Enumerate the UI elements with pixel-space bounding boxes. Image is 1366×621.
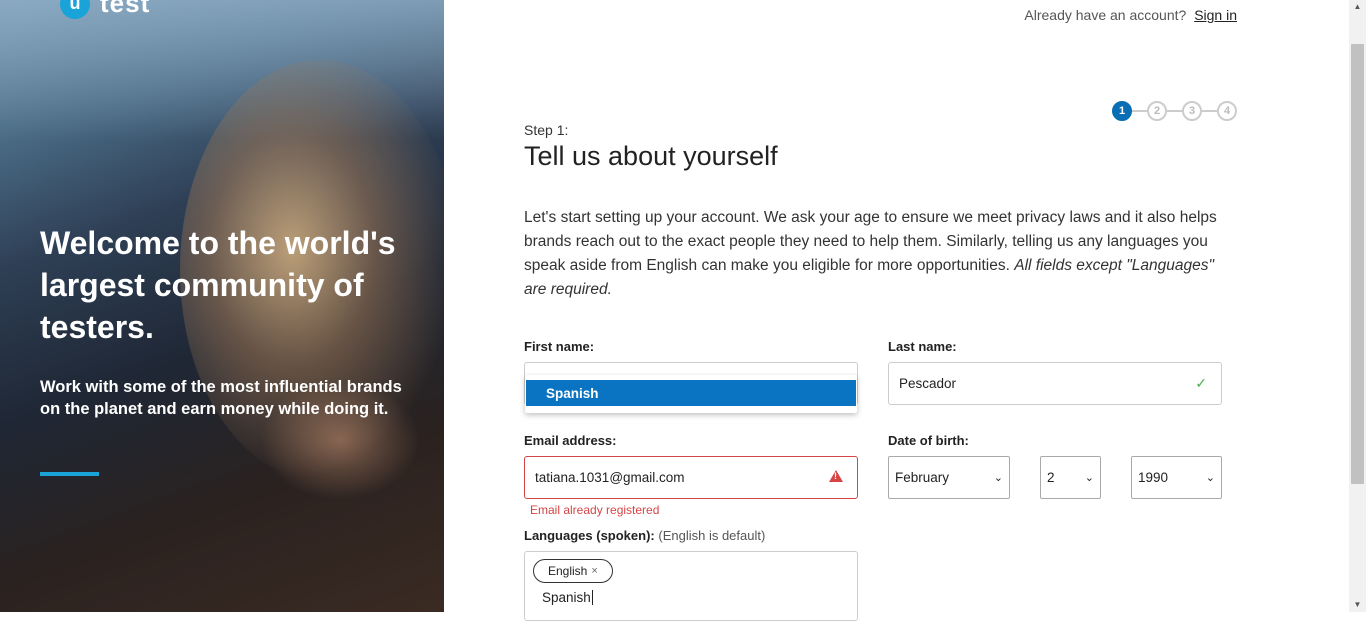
- language-tag-english: English ×: [533, 559, 613, 583]
- hero-accent-bar: [40, 472, 99, 476]
- last-name-label: Last name:: [888, 339, 957, 354]
- languages-label: Languages (spoken): (English is default): [524, 528, 765, 543]
- chevron-down-icon: ⌄: [1084, 472, 1094, 484]
- step-4: 4: [1217, 101, 1237, 121]
- scrollbar-thumb[interactable]: [1351, 44, 1364, 484]
- languages-label-text: Languages (spoken):: [524, 528, 655, 543]
- account-prompt-text: Already have an account?: [1024, 7, 1187, 23]
- last-name-field[interactable]: Pescador ✓: [888, 362, 1222, 405]
- chevron-down-icon: ⌄: [993, 472, 1003, 484]
- page-title: Tell us about yourself: [524, 141, 778, 171]
- email-value: tatiana.1031@gmail.com: [535, 470, 685, 485]
- languages-hint: (English is default): [658, 528, 766, 543]
- hero-panel: u test Welcome to the world's largest co…: [0, 0, 444, 612]
- step-3: 3: [1182, 101, 1202, 121]
- languages-search-input[interactable]: Spanish: [542, 590, 593, 605]
- step-2: 2: [1147, 101, 1167, 121]
- languages-dropdown: Spanish: [525, 375, 857, 413]
- step-indicator: 1 2 3 4: [1112, 101, 1237, 121]
- first-name-label: First name:: [524, 339, 595, 354]
- page-scrollbar[interactable]: ▲ ▼: [1349, 0, 1366, 612]
- email-label: Email address:: [524, 433, 617, 448]
- dob-day-select[interactable]: 2 ⌄: [1040, 456, 1101, 499]
- step-connector: [1202, 110, 1217, 112]
- scroll-up-icon[interactable]: ▲: [1349, 0, 1366, 14]
- brand-logo[interactable]: u test: [60, 0, 150, 19]
- languages-multiselect[interactable]: English × Spanish: [524, 551, 858, 621]
- signin-prompt: Already have an account? Sign in: [1024, 7, 1237, 23]
- dropdown-option-spanish[interactable]: Spanish: [526, 380, 856, 406]
- scroll-down-icon[interactable]: ▼: [1349, 598, 1366, 612]
- hero-title: Welcome to the world's largest community…: [40, 225, 396, 345]
- step-1: 1: [1112, 101, 1132, 121]
- dob-month-value: February: [895, 470, 950, 485]
- step-connector: [1167, 110, 1182, 112]
- language-tag-label: English: [548, 564, 588, 578]
- dob-label: Date of birth:: [888, 433, 969, 448]
- warning-icon: [829, 470, 843, 482]
- step-label: Step 1:: [524, 122, 569, 138]
- checkmark-icon: ✓: [1195, 375, 1207, 391]
- last-name-value: Pescador: [899, 376, 957, 391]
- email-error-message: Email already registered: [530, 503, 660, 517]
- logo-text: test: [100, 0, 151, 18]
- dob-year-value: 1990: [1138, 470, 1169, 485]
- remove-tag-icon[interactable]: ×: [591, 565, 597, 577]
- intro-text: Let's start setting up your account. We …: [524, 206, 1236, 302]
- signin-link[interactable]: Sign in: [1194, 7, 1237, 23]
- email-field[interactable]: tatiana.1031@gmail.com: [524, 456, 858, 499]
- step-connector: [1132, 110, 1147, 112]
- chevron-down-icon: ⌄: [1205, 472, 1215, 484]
- logo-icon: u: [60, 0, 90, 19]
- dob-month-select[interactable]: February ⌄: [888, 456, 1010, 499]
- dob-year-select[interactable]: 1990 ⌄: [1131, 456, 1222, 499]
- hero-subtitle: Work with some of the most influential b…: [40, 378, 402, 418]
- dob-day-value: 2: [1047, 470, 1055, 485]
